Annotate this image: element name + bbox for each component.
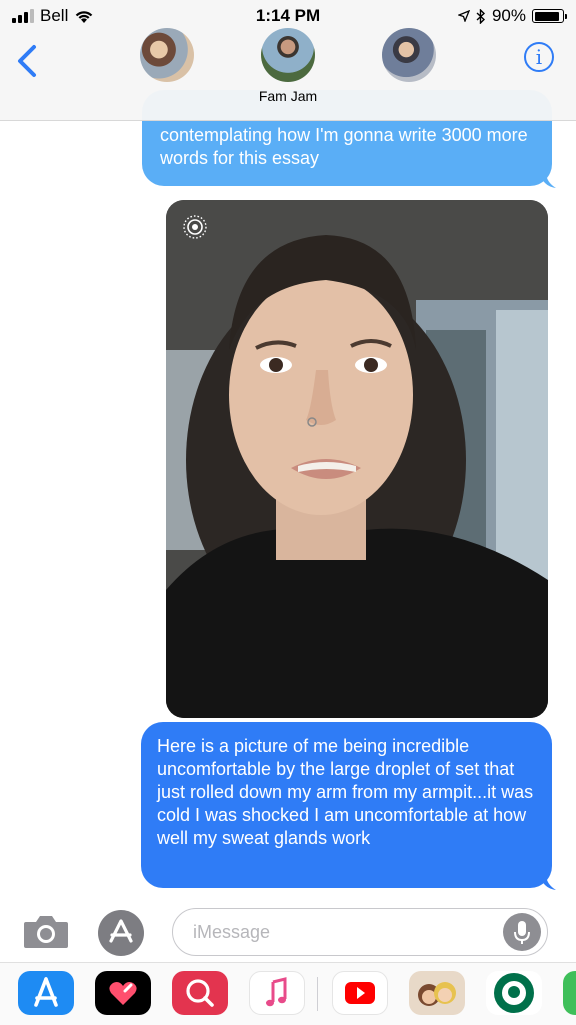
live-photo-icon [183, 215, 207, 239]
status-bar: Bell 1:14 PM 90% [0, 0, 576, 32]
message-text: Here is a picture of me being incredible… [157, 736, 534, 848]
bitmoji-app-icon[interactable] [409, 971, 465, 1015]
drawer-divider [317, 977, 318, 1011]
message-placeholder: iMessage [193, 922, 271, 942]
youtube-app-icon[interactable] [332, 971, 388, 1015]
more-app-icon[interactable] [563, 971, 576, 1015]
composer-bar: iMessage [0, 906, 576, 960]
battery-percent: 90% [491, 6, 526, 25]
digital-touch-app-icon[interactable] [95, 971, 151, 1015]
avatar[interactable] [261, 28, 315, 82]
group-name[interactable]: Fam Jam [0, 88, 576, 104]
bubble-tail [540, 874, 556, 890]
battery-icon [532, 9, 567, 23]
info-icon[interactable]: i [524, 42, 554, 72]
music-app-icon[interactable] [249, 971, 305, 1015]
bubble-tail [540, 172, 556, 188]
avatar[interactable] [140, 28, 194, 82]
camera-icon[interactable] [22, 914, 70, 950]
microphone-icon[interactable] [503, 913, 541, 951]
selfie-photo [166, 200, 548, 718]
starbucks-app-icon[interactable] [486, 971, 542, 1015]
avatar[interactable] [382, 28, 436, 82]
location-icon [457, 10, 470, 22]
search-images-app-icon[interactable] [172, 971, 228, 1015]
app-store-icon[interactable] [98, 910, 144, 956]
bluetooth-icon [476, 8, 485, 24]
app-drawer [0, 962, 576, 1025]
app-store-app-icon[interactable] [18, 971, 74, 1015]
photo-attachment[interactable] [166, 200, 548, 718]
message-input[interactable]: iMessage [172, 908, 548, 956]
back-chevron-icon[interactable] [14, 44, 42, 78]
message-text: contemplating how I'm gonna write 3000 m… [160, 125, 528, 168]
sent-message-bubble[interactable]: Here is a picture of me being incredible… [141, 722, 552, 888]
